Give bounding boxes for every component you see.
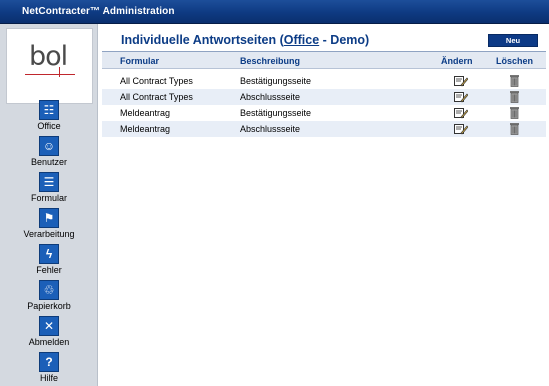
logo-text: bol [29, 41, 68, 72]
cell-beschreibung: Abschlussseite [240, 92, 301, 102]
page-title: Individuelle Antwortseiten (Office - Dem… [121, 33, 369, 47]
sidebar-item-label[interactable]: Hilfe [0, 373, 98, 383]
table-row: Meldeantrag Abschlussseite [102, 121, 546, 137]
sidebar-item-label[interactable]: Benutzer [0, 157, 98, 167]
logo-tick [59, 67, 60, 77]
column-header-aendern: Ändern [441, 56, 473, 66]
sidebar-item-label[interactable]: Formular [0, 193, 98, 203]
cell-formular: All Contract Types [120, 92, 193, 102]
logout-icon[interactable]: ✕ [39, 316, 59, 336]
edit-icon[interactable] [454, 91, 468, 103]
trash-icon[interactable] [509, 106, 520, 119]
office-link[interactable]: Office [284, 33, 319, 47]
page-title-suffix: - Demo) [319, 33, 370, 47]
error-bolt-icon[interactable]: ϟ [39, 244, 59, 264]
cell-formular: Meldeantrag [120, 124, 171, 134]
logo-line [25, 74, 75, 75]
sidebar-item-verarbeitung[interactable]: ⚑ Verarbeitung [0, 208, 98, 242]
window-title: NetContracter™ Administration [22, 6, 175, 17]
cell-beschreibung: Bestätigungsseite [240, 108, 312, 118]
sidebar-item-formular[interactable]: ☰ Formular [0, 172, 98, 206]
sidebar-item-fehler[interactable]: ϟ Fehler [0, 244, 98, 278]
sidebar-item-label[interactable]: Office [0, 121, 98, 131]
title-bar: NetContracter™ Administration [0, 0, 549, 24]
table-header: Formular Beschreibung Ändern Löschen [102, 52, 546, 69]
sidebar-item-label[interactable]: Fehler [0, 265, 98, 275]
sidebar-item-label[interactable]: Verarbeitung [0, 229, 98, 239]
sidebar-item-office[interactable]: ☷ Office [0, 100, 98, 134]
sidebar-item-label[interactable]: Abmelden [0, 337, 98, 347]
form-icon[interactable]: ☰ [39, 172, 59, 192]
sidebar-item-hilfe[interactable]: ? Hilfe [0, 352, 98, 386]
edit-icon[interactable] [454, 107, 468, 119]
office-icon[interactable]: ☷ [39, 100, 59, 120]
trash-icon[interactable]: ♲ [39, 280, 59, 300]
page-title-prefix: Individuelle Antwortseiten ( [121, 33, 284, 47]
column-header-beschreibung: Beschreibung [240, 56, 301, 66]
sidebar: bol ☷ Office ☺ Benutzer ☰ Formular ⚑ Ver… [0, 24, 98, 386]
table-row: All Contract Types Bestätigungsseite [102, 73, 546, 89]
cell-beschreibung: Bestätigungsseite [240, 76, 312, 86]
cell-beschreibung: Abschlussseite [240, 124, 301, 134]
trash-icon[interactable] [509, 122, 520, 135]
new-button[interactable]: Neu [488, 34, 538, 47]
help-icon[interactable]: ? [39, 352, 59, 372]
column-header-loeschen: Löschen [496, 56, 534, 66]
main-content: Individuelle Antwortseiten (Office - Dem… [98, 24, 549, 386]
edit-icon[interactable] [454, 123, 468, 135]
processing-icon[interactable]: ⚑ [39, 208, 59, 228]
sidebar-item-abmelden[interactable]: ✕ Abmelden [0, 316, 98, 350]
users-icon[interactable]: ☺ [39, 136, 59, 156]
cell-formular: All Contract Types [120, 76, 193, 86]
trash-icon[interactable] [509, 74, 520, 87]
column-header-formular: Formular [120, 56, 160, 66]
sidebar-item-benutzer[interactable]: ☺ Benutzer [0, 136, 98, 170]
table-row: All Contract Types Abschlussseite [102, 89, 546, 105]
logo: bol [6, 28, 93, 104]
table-row: Meldeantrag Bestätigungsseite [102, 105, 546, 121]
cell-formular: Meldeantrag [120, 108, 171, 118]
sidebar-item-papierkorb[interactable]: ♲ Papierkorb [0, 280, 98, 314]
edit-icon[interactable] [454, 75, 468, 87]
trash-icon[interactable] [509, 90, 520, 103]
sidebar-item-label[interactable]: Papierkorb [0, 301, 98, 311]
